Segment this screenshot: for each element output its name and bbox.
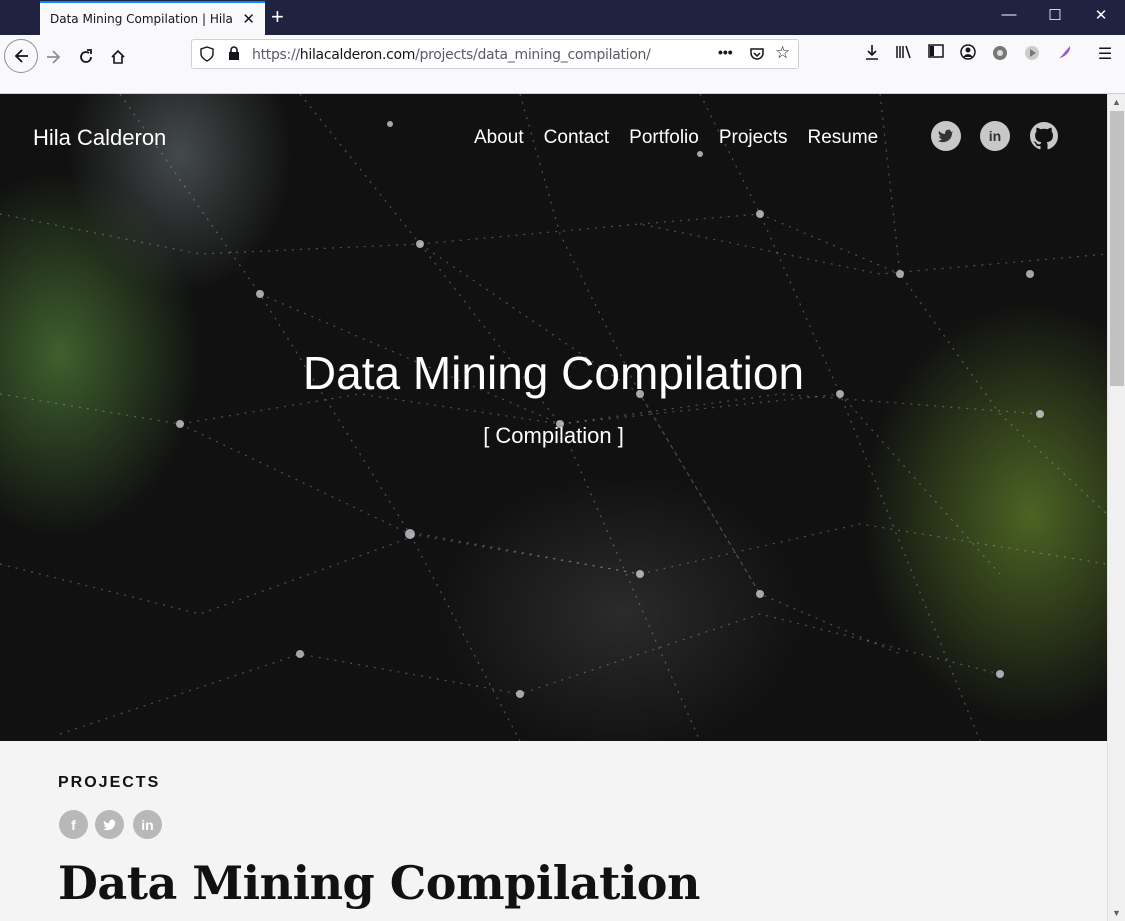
url-bar[interactable]: https://hilacalderon.com/projects/data_m… <box>191 39 799 69</box>
reload-icon[interactable] <box>70 41 102 73</box>
extension-play-icon[interactable] <box>1021 44 1043 67</box>
bookmark-star-icon[interactable]: ☆ <box>775 43 790 63</box>
minimize-icon[interactable]: — <box>986 6 1032 23</box>
site-brand[interactable]: Hila Calderon <box>33 125 166 151</box>
github-icon[interactable] <box>1029 121 1059 151</box>
hero-subtitle[interactable]: [ Compilation ] <box>0 423 1107 449</box>
close-tab-icon[interactable]: ✕ <box>242 10 255 28</box>
hero-title: Data Mining Compilation <box>302 347 805 399</box>
lock-icon[interactable] <box>228 46 240 63</box>
pocket-icon[interactable] <box>749 46 765 65</box>
scroll-up-icon[interactable]: ▲ <box>1112 97 1121 107</box>
hamburger-menu-icon[interactable]: ☰ <box>1094 44 1116 64</box>
window-close-icon[interactable]: ✕ <box>1078 6 1124 24</box>
twitter-share-icon[interactable] <box>95 810 124 839</box>
spider-web-background <box>0 94 1107 741</box>
hero-banner: Hila Calderon About Contact Portfolio Pr… <box>0 94 1107 741</box>
vertical-scrollbar[interactable]: ▲ ▼ <box>1107 94 1125 921</box>
scrollbar-thumb[interactable] <box>1110 111 1124 386</box>
account-icon[interactable] <box>957 44 979 65</box>
nav-resume[interactable]: Resume <box>807 127 878 149</box>
nav-contact[interactable]: Contact <box>544 127 609 149</box>
new-tab-icon[interactable]: + <box>271 4 284 30</box>
page-viewport: Hila Calderon About Contact Portfolio Pr… <box>0 94 1107 921</box>
page-actions-icon[interactable]: ••• <box>718 44 733 60</box>
forward-icon[interactable] <box>38 41 70 73</box>
navigation-toolbar: https://hilacalderon.com/projects/data_m… <box>0 35 1125 94</box>
back-icon[interactable] <box>4 39 38 73</box>
section-label[interactable]: PROJECTS <box>58 774 160 792</box>
nav-portfolio[interactable]: Portfolio <box>629 127 699 149</box>
linkedin-share-icon[interactable]: in <box>133 810 162 839</box>
tab-title: Data Mining Compilation | Hila Calderon <box>50 12 235 26</box>
url-text[interactable]: https://hilacalderon.com/projects/data_m… <box>252 47 651 63</box>
shield-icon[interactable] <box>200 46 214 65</box>
library-icon[interactable] <box>893 44 915 65</box>
scroll-down-icon[interactable]: ▼ <box>1112 908 1121 918</box>
extension-gear-icon[interactable] <box>989 44 1011 67</box>
site-nav: About Contact Portfolio Projects Resume <box>474 127 878 149</box>
tab-active[interactable]: Data Mining Compilation | Hila Calderon … <box>40 1 265 35</box>
tab-strip: Data Mining Compilation | Hila Calderon … <box>0 0 1125 35</box>
home-icon[interactable] <box>102 41 134 73</box>
downloads-icon[interactable] <box>861 44 883 65</box>
linkedin-icon[interactable]: in <box>980 121 1010 151</box>
sidebar-icon[interactable] <box>925 44 947 63</box>
post-title: Data Mining Compilation <box>58 856 700 910</box>
nav-projects[interactable]: Projects <box>719 127 788 149</box>
maximize-icon[interactable]: ☐ <box>1032 6 1078 24</box>
twitter-icon[interactable] <box>931 121 961 151</box>
extension-feather-icon[interactable] <box>1053 44 1075 67</box>
facebook-icon[interactable]: f <box>59 810 88 839</box>
nav-about[interactable]: About <box>474 127 524 149</box>
